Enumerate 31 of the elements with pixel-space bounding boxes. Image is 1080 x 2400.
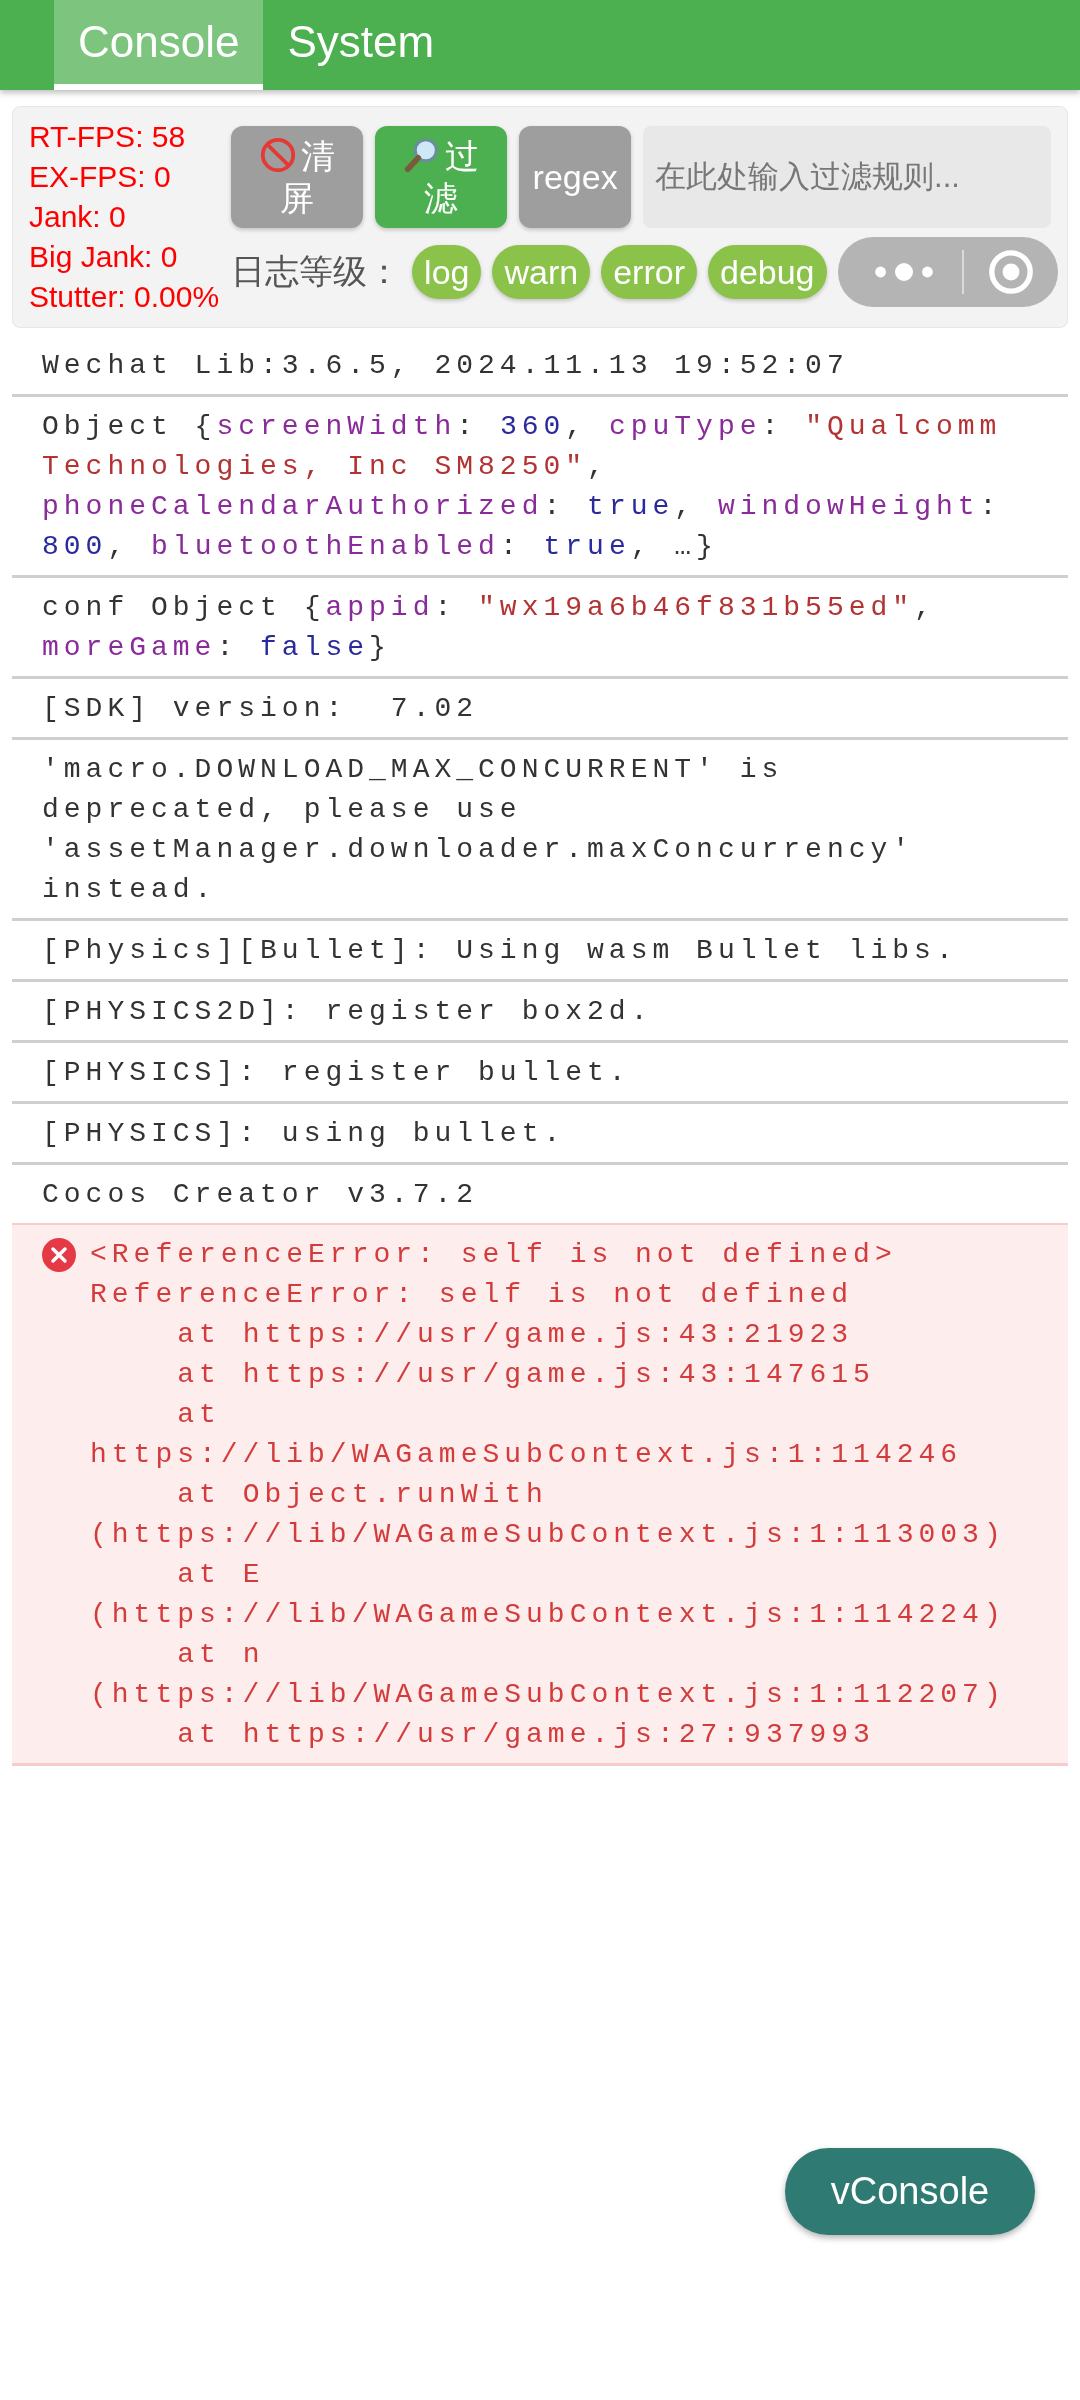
perf-stat: Stutter: 0.00%	[29, 279, 220, 315]
log-message: <ReferenceError: self is not defined> ReferenceError: self is not defined at https://usr/game.js:43:21923 at https://usr/game.js:43:147615 at https://lib/WAGameSubContext.js:1:114246 at Object.runWith (https://lib/WAGameSubContext.js:1:113003) at E (https://lib/WAGameSubContext.js:1:114224) at n (https://lib/WAGameSubContext.js:1:112207) at https://usr/game.js:27:937993	[90, 1238, 1007, 1752]
log-level-button[interactable]: log	[412, 245, 482, 299]
record-icon[interactable]	[987, 249, 1034, 295]
regex-button[interactable]: regex	[519, 126, 632, 228]
perf-stat: EX-FPS: 0	[29, 159, 171, 195]
vconsole-button[interactable]: vConsole	[785, 2148, 1035, 2235]
error-icon	[42, 1238, 76, 1272]
log-level-button[interactable]: debug	[708, 245, 827, 299]
clear-button[interactable]: 清屏	[231, 126, 364, 228]
log-message: Object {screenWidth: 360, cpuType: "Qualcomm Technologies, Inc SM8250", phoneCalendarAuthorized: true, windowHeight: 800, bluetoothEnabled: true, …}	[42, 410, 1003, 564]
filter-button[interactable]: 过滤	[375, 126, 508, 228]
log-message: Cocos Creator v3.7.2	[42, 1178, 479, 1212]
perf-stat: Big Jank: 0	[29, 239, 178, 275]
perf-stat: Jank: 0	[29, 199, 126, 235]
perf-stat: RT-FPS: 58	[29, 119, 186, 155]
log-message: [Physics][Bullet]: Using wasm Bullet libs.	[42, 934, 958, 968]
log-message: [SDK] version: 7.02	[42, 692, 479, 726]
log-level-label: 日志等级：	[231, 251, 402, 292]
log-message: conf Object {appid: "wx19a6b46f831b55ed", moreGame: false}	[42, 591, 937, 665]
log-message: [PHYSICS]: using bullet.	[42, 1117, 566, 1151]
tab[interactable]: System	[263, 0, 459, 90]
log-message: [PHYSICS2D]: register box2d.	[42, 995, 653, 1029]
log-message: [PHYSICS]: register bullet.	[42, 1056, 631, 1090]
log-level-button[interactable]: warn	[492, 245, 591, 299]
log-level-button[interactable]: error	[601, 245, 697, 299]
log-message: 'macro.DOWNLOAD_MAX_CONCURRENT' is deprecated, please use 'assetManager.downloader.maxConcurrency' instead.	[42, 753, 916, 907]
prohibited-icon	[259, 136, 298, 174]
tab[interactable]: Console	[54, 0, 264, 90]
log-message: Wechat Lib:3.6.5, 2024.11.13 19:52:07	[42, 349, 849, 383]
filter-input[interactable]: 在此处输入过滤规则...	[643, 126, 1051, 228]
